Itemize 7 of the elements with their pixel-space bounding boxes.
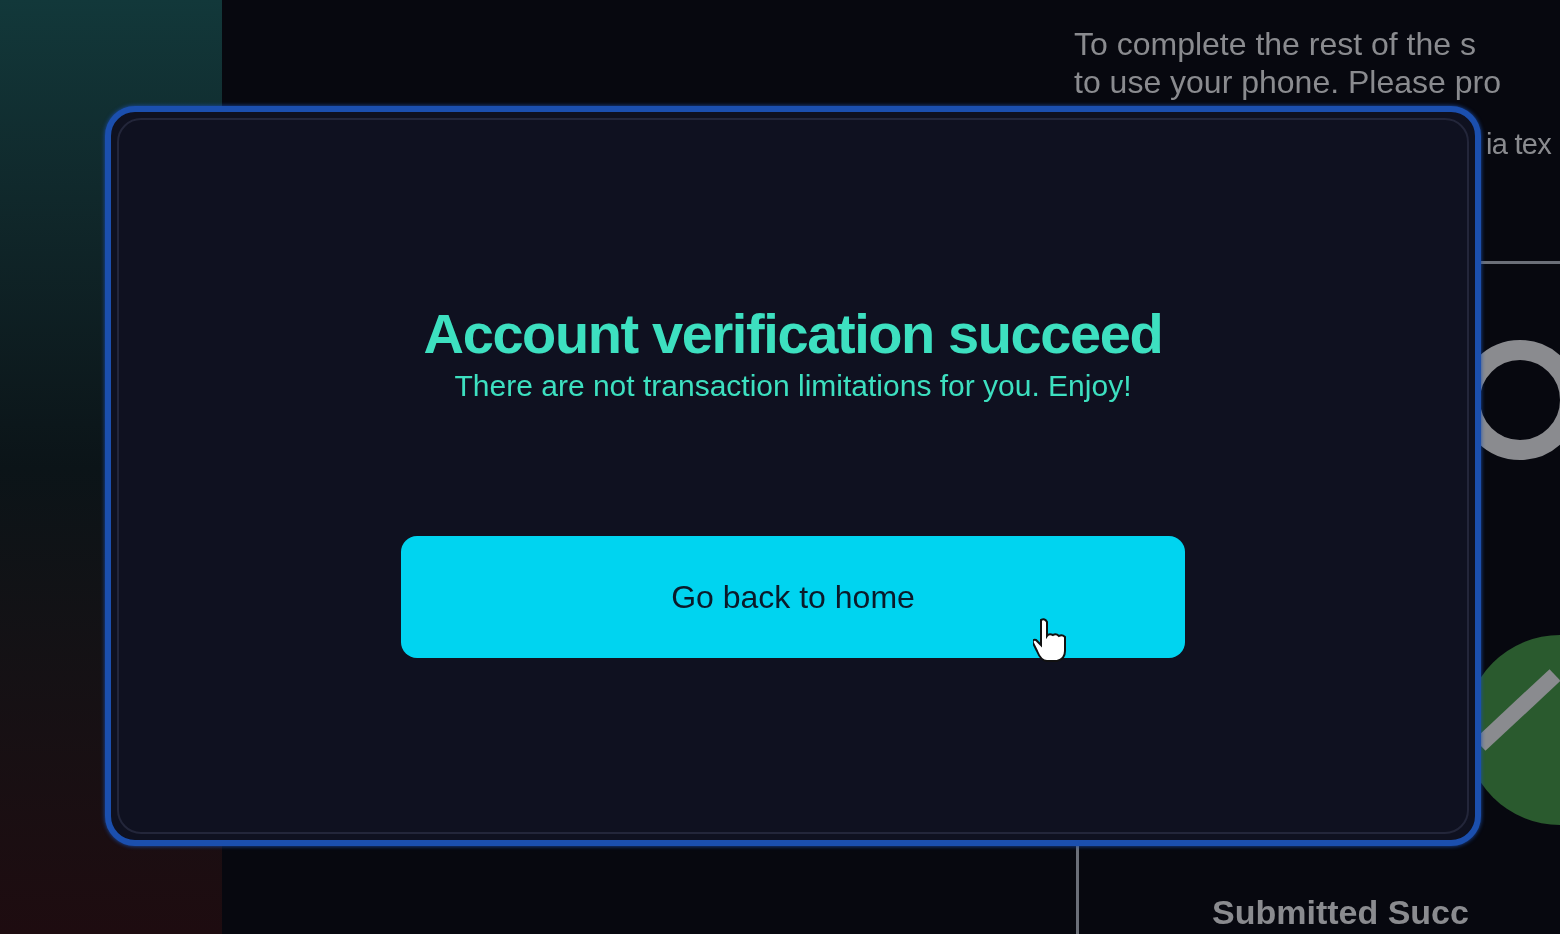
go-home-button[interactable]: Go back to home [401,536,1185,658]
instruction-text: to use your phone. Please pro [1074,64,1501,100]
dialog-title: Account verification succeed [423,302,1163,366]
dialog-message: There are not transaction limitations for you. Enjoy! [454,368,1132,404]
instruction-text: ia tex [1486,127,1551,162]
instruction-text: To complete the rest of the s [1074,26,1476,62]
step-label: Submitted Succ [1212,892,1469,932]
